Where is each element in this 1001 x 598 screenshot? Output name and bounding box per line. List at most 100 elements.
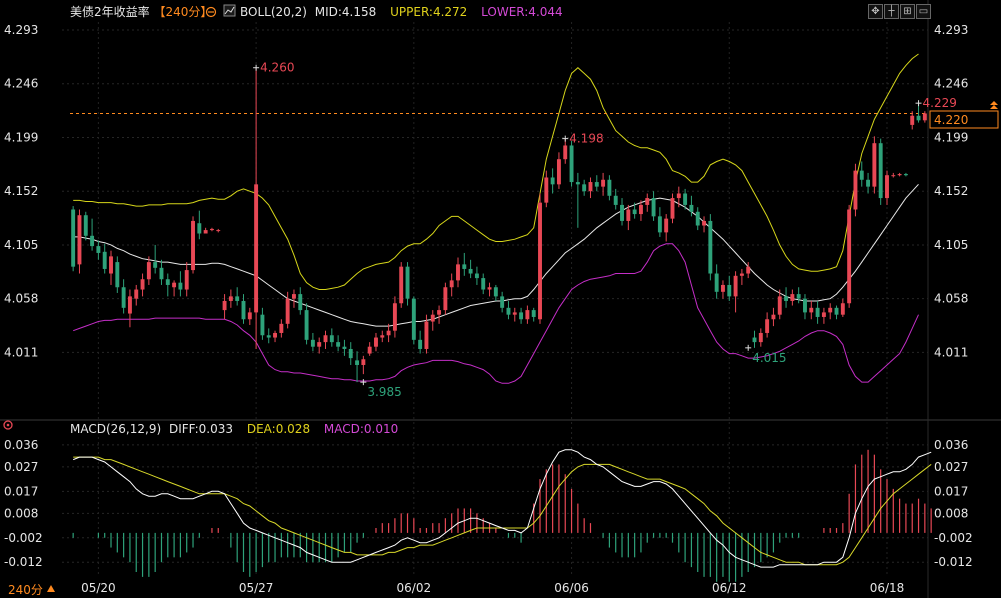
- zoom-fit-icon[interactable]: ⊞: [900, 4, 915, 19]
- price-tick-label-right: 4.199: [934, 130, 968, 144]
- candle: [222, 294, 227, 320]
- price-tick-label-right: 4.246: [934, 77, 968, 91]
- macd-macd-value: MACD:0.010: [324, 422, 398, 436]
- candle: [739, 268, 744, 285]
- period-dropdown-icon[interactable]: [47, 585, 55, 592]
- candle: [273, 330, 277, 343]
- candle-body: [500, 296, 505, 308]
- svg-text:BOLL(20,2) MID:4.158 U: BOLL(20,2) MID:4.158 UPPER:4.272 LOWER:4…: [240, 5, 563, 19]
- candle: [702, 216, 706, 233]
- date-tick-label: 06/02: [397, 581, 432, 595]
- candle: [487, 282, 492, 297]
- candle: [575, 172, 580, 228]
- candle-body: [891, 175, 896, 177]
- candle: [83, 211, 88, 241]
- candle-body: [411, 298, 416, 340]
- candle-body: [121, 287, 126, 308]
- candle-body: [279, 323, 284, 333]
- candle-body: [790, 294, 795, 301]
- candle-body: [172, 282, 177, 288]
- price-tick-label-right: 4.293: [934, 23, 968, 37]
- annotation-label: 3.985: [367, 385, 401, 399]
- candle: [317, 337, 322, 354]
- candle-body: [828, 307, 833, 313]
- candle-body: [96, 246, 101, 253]
- candle-body: [519, 312, 524, 320]
- scroll-up-icon[interactable]: [990, 101, 998, 109]
- candle-body: [847, 209, 852, 304]
- candle: [834, 305, 839, 320]
- candle: [809, 300, 814, 320]
- candle: [588, 177, 593, 199]
- candle: [140, 273, 145, 297]
- candle: [121, 279, 126, 314]
- current-price-value: 4.220: [934, 113, 968, 127]
- candle: [380, 330, 385, 343]
- svg-text:MACD(26,12,9) DIFF:0.033: MACD(26,12,9) DIFF:0.033 DEA:0.028 MACD:…: [70, 422, 398, 436]
- annotation-label: 4.260: [260, 61, 294, 75]
- candle: [430, 310, 435, 331]
- panel-marker-icon[interactable]: [3, 420, 13, 430]
- candle: [922, 111, 927, 123]
- candle-body: [386, 330, 391, 336]
- candle-body: [588, 182, 593, 192]
- candle-body: [462, 264, 467, 269]
- candle: [266, 328, 271, 344]
- candle-body: [140, 279, 145, 290]
- candle-body: [456, 264, 460, 281]
- candle-body: [739, 273, 744, 276]
- candle-body: [569, 145, 574, 183]
- candle: [115, 256, 120, 293]
- candle-body: [714, 273, 719, 292]
- candle: [771, 307, 776, 327]
- candle-body: [374, 337, 378, 347]
- candle-body: [487, 287, 492, 290]
- candle: [462, 252, 467, 276]
- candle-body: [336, 342, 341, 347]
- candle: [853, 163, 858, 217]
- candle: [153, 244, 158, 274]
- candle-body: [550, 177, 555, 185]
- axis-labels: 4.293 4.293 4.246 4.246 4.199 4.199 4.152 4.152…: [4, 23, 973, 595]
- candle-body: [203, 230, 208, 234]
- candle-body: [474, 273, 479, 279]
- crosshair-icon[interactable]: ┼: [884, 4, 899, 19]
- candle: [897, 172, 902, 177]
- candle-body: [178, 282, 183, 290]
- candle-body: [247, 312, 252, 320]
- candle: [733, 271, 738, 313]
- candle-body: [721, 284, 725, 292]
- candle: [878, 138, 883, 205]
- candle: [146, 256, 151, 285]
- move-icon[interactable]: ✥: [868, 4, 883, 19]
- candle-body: [657, 216, 662, 233]
- price-tick-label-right: 4.058: [934, 292, 968, 306]
- candle: [765, 312, 770, 338]
- price-tick-label-right: 4.011: [934, 345, 968, 359]
- bottom-period-selector[interactable]: 240分: [8, 583, 43, 597]
- candle: [203, 227, 208, 234]
- boll-indicator-name: BOLL(20,2): [240, 5, 307, 19]
- candle-body: [260, 314, 265, 336]
- candle: [556, 152, 561, 189]
- candle: [228, 289, 233, 308]
- candle-body: [853, 170, 858, 210]
- candle: [872, 136, 877, 194]
- current-price-tag: 4.220: [929, 110, 999, 129]
- instrument-title: 美债2年收益率: [70, 4, 150, 19]
- toggle-panel-icon[interactable]: ▭: [916, 4, 931, 19]
- price-tick-label-left: 4.246: [4, 77, 38, 91]
- candle-body: [620, 204, 624, 221]
- candle-body: [746, 266, 751, 274]
- candle-body: [392, 303, 397, 331]
- indicator-icon[interactable]: [223, 4, 236, 17]
- candle-body: [878, 143, 883, 199]
- candle-body: [197, 223, 202, 234]
- candle: [847, 204, 852, 308]
- candle: [512, 307, 517, 322]
- candle-body: [418, 339, 423, 349]
- annotation-label: 4.229: [923, 96, 957, 110]
- candle-body: [468, 268, 473, 274]
- candle: [601, 172, 606, 196]
- candle-body: [765, 319, 770, 333]
